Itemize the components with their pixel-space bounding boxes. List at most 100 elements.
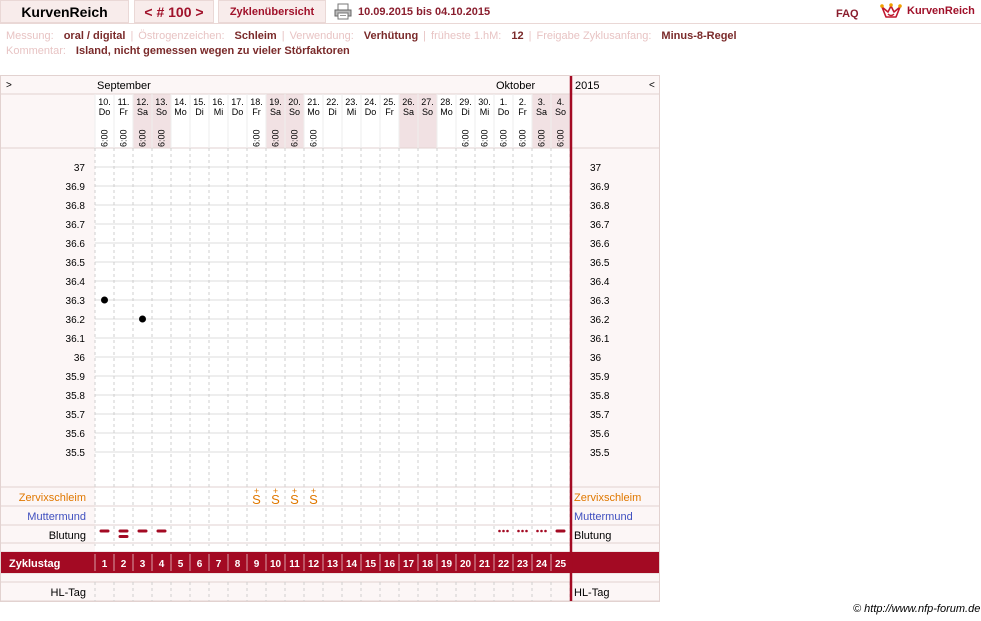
day-weekday: Di <box>328 107 337 117</box>
cycle-day-number: 14 <box>346 559 358 570</box>
day-weekday: Di <box>195 107 204 117</box>
day-weekday: Mo <box>174 107 187 117</box>
day-date: 12. <box>136 97 149 107</box>
day-date: 17. <box>231 97 244 107</box>
cycle-day-number: 12 <box>308 559 320 570</box>
printer-icon[interactable] <box>334 3 352 20</box>
cycle-day-label: Zyklustag <box>9 558 60 570</box>
logo-text[interactable]: KurvenReich <box>907 5 975 17</box>
measure-time: 6:00 <box>119 129 129 147</box>
day-weekday: Do <box>99 107 111 117</box>
y-tick-label-left: 36 <box>74 353 86 364</box>
measure-time: 6:00 <box>157 129 167 147</box>
next-arrow[interactable]: < <box>649 80 655 91</box>
bleeding-spotting-mark[interactable] <box>502 529 505 533</box>
release-label: Freigabe Zyklusanfang: <box>536 30 652 42</box>
measure-time: 6:00 <box>100 129 110 147</box>
day-date: 25. <box>383 97 396 107</box>
cycle-day-number: 22 <box>498 559 510 570</box>
bleeding-spotting-mark[interactable] <box>540 529 543 533</box>
bleeding-spotting-mark[interactable] <box>525 529 528 533</box>
cervical-mucus-plus: + <box>311 486 316 496</box>
bleeding-mark-heavy[interactable] <box>118 535 129 538</box>
hl-day-label-left: HL-Tag <box>51 587 86 599</box>
bleeding-mark[interactable] <box>118 529 129 533</box>
app-title[interactable]: KurvenReich <box>0 0 129 23</box>
month-label-september: September <box>97 80 151 92</box>
day-date: 20. <box>288 97 301 107</box>
bleeding-spotting-mark[interactable] <box>498 529 501 533</box>
bleeding-mark[interactable] <box>555 529 566 533</box>
day-date: 10. <box>98 97 111 107</box>
faq-link[interactable]: FAQ <box>836 8 859 20</box>
y-tick-label-left: 35.5 <box>66 448 86 459</box>
y-tick-label-left: 36.3 <box>66 296 86 307</box>
hl-day-label-right: HL-Tag <box>574 587 609 599</box>
bleeding-spotting-mark[interactable] <box>517 529 520 533</box>
bleeding-spotting-mark[interactable] <box>506 529 509 533</box>
y-tick-label-left: 36.2 <box>66 315 86 326</box>
day-date: 26. <box>402 97 415 107</box>
cycle-day-number: 13 <box>327 559 339 570</box>
bleeding-mark[interactable] <box>99 529 110 533</box>
cervical-mucus-plus: + <box>292 486 297 496</box>
day-date: 18. <box>250 97 263 107</box>
day-weekday: So <box>422 107 433 117</box>
y-tick-label-right: 36.9 <box>590 182 610 193</box>
y-tick-label-right: 36.5 <box>590 258 610 269</box>
bleeding-label-right: Blutung <box>574 530 611 542</box>
cycle-overview-tab[interactable]: Zyklenübersicht <box>218 0 326 23</box>
day-date: 24. <box>364 97 377 107</box>
y-tick-label-left: 35.6 <box>66 429 86 440</box>
day-date: 28. <box>440 97 453 107</box>
cycle-day-number: 7 <box>216 559 222 570</box>
cervix-label-left: Muttermund <box>27 511 86 523</box>
cycle-day-number: 20 <box>460 559 472 570</box>
y-tick-label-right: 36 <box>590 353 602 364</box>
measure-time: 6:00 <box>309 129 319 147</box>
cycle-day-number: 17 <box>403 559 415 570</box>
cycle-number-nav[interactable]: < # 100 > <box>134 0 214 23</box>
cycle-chart-svg: 37 3736.9 36.936.8 36.836.7 36.736.6 36.636.5… <box>1 76 659 602</box>
measure-time: 6:00 <box>290 129 300 147</box>
measure-time: 6:00 <box>461 129 471 147</box>
top-bar: KurvenReich < # 100 > Zyklenübersicht 10… <box>0 0 981 24</box>
temperature-point[interactable] <box>139 315 146 323</box>
cycle-day-number: 19 <box>441 559 453 570</box>
day-date: 21. <box>307 97 320 107</box>
y-tick-label-right: 36.3 <box>590 296 610 307</box>
copyright: © http://www.nfp-forum.de <box>853 603 981 615</box>
measure-time: 6:00 <box>537 129 547 147</box>
plot-area <box>95 146 570 556</box>
bleeding-mark[interactable] <box>156 529 167 533</box>
cycle-day-number: 9 <box>254 559 260 570</box>
temperature-point[interactable] <box>101 296 108 304</box>
cervical-mucus-plus: + <box>273 486 278 496</box>
bleeding-spotting-mark[interactable] <box>544 529 547 533</box>
day-weekday: Fr <box>385 107 394 117</box>
crown-icon[interactable] <box>880 2 902 20</box>
day-weekday: Mi <box>347 107 357 117</box>
prev-arrow[interactable]: > <box>6 80 12 91</box>
y-tick-label-right: 37 <box>590 163 602 174</box>
day-weekday: Mo <box>440 107 453 117</box>
measure-time: 6:00 <box>518 129 528 147</box>
day-weekday: Do <box>498 107 510 117</box>
measure-time: 6:00 <box>271 129 281 147</box>
y-tick-label-right: 36.6 <box>590 239 610 250</box>
earliest-value: 12 <box>511 30 524 42</box>
y-tick-label-left: 35.7 <box>66 410 86 421</box>
day-date: 27. <box>421 97 434 107</box>
bleeding-mark[interactable] <box>137 529 148 533</box>
cycle-day-number: 11 <box>289 559 300 570</box>
estrogen-value: Schleim <box>234 30 277 42</box>
cycle-chart: 37 37 36.9 36.9 36.8 36.8 36.7 36.7 36.6 36.6 36.5… <box>0 75 660 602</box>
date-range: 10.09.2015 bis 04.10.2015 <box>358 6 491 18</box>
bleeding-spotting-mark[interactable] <box>521 529 524 533</box>
comment-label: Kommentar: <box>6 45 66 57</box>
day-date: 1. <box>500 97 508 107</box>
bleeding-spotting-mark[interactable] <box>536 529 539 533</box>
day-weekday: Mi <box>480 107 490 117</box>
measure-time: 6:00 <box>138 129 148 147</box>
day-weekday: So <box>289 107 300 117</box>
